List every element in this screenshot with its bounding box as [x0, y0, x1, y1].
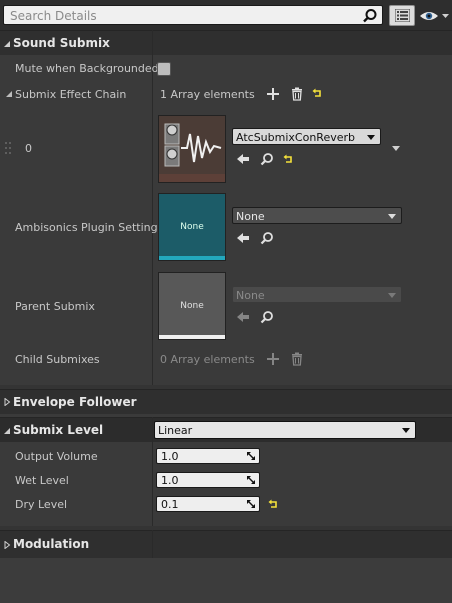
thumbnail-label: None — [180, 301, 204, 311]
details-toolbar: Search Details — [0, 0, 452, 30]
plus-icon[interactable] — [266, 352, 280, 366]
effect-asset-name: AtcSubmixConReverb — [236, 131, 355, 144]
submix-effect-icon — [159, 116, 225, 182]
category-title: Envelope Follower — [13, 395, 137, 409]
view-options-button[interactable] — [389, 5, 415, 26]
dry-level-label: Dry Level — [15, 498, 68, 511]
effect-asset-thumbnail[interactable] — [158, 115, 226, 183]
chevron-down-icon — [388, 214, 396, 219]
reset-arrow-icon[interactable] — [268, 499, 279, 510]
parent-submix-thumbnail[interactable]: None — [158, 272, 226, 340]
ambisonics-label: Ambisonics Plugin Settings — [15, 221, 164, 234]
mute-label: Mute when Backgrounded — [15, 62, 159, 75]
output-volume-input[interactable]: 1.0 — [156, 448, 260, 464]
drag-handle-icon[interactable] — [4, 140, 12, 156]
resize-handle-icon — [247, 500, 255, 508]
ambisonics-thumbnail[interactable]: None — [158, 193, 226, 261]
submix-level-mode-select[interactable]: Linear — [154, 421, 416, 439]
expanded-arrow-icon — [4, 428, 10, 434]
reset-arrow-icon[interactable] — [312, 88, 323, 99]
output-volume-label: Output Volume — [15, 450, 98, 463]
category-title: Submix Level — [13, 423, 104, 437]
list-view-icon — [395, 9, 410, 22]
mute-checkbox[interactable] — [157, 62, 171, 76]
child-submixes-count: 0 Array elements — [160, 353, 255, 366]
effect-asset-picker[interactable]: AtcSubmixConReverb — [232, 128, 381, 145]
parent-submix-label: Parent Submix — [15, 300, 95, 313]
column-divider — [152, 30, 153, 385]
resize-handle-icon — [247, 452, 255, 460]
chevron-down-icon — [367, 135, 375, 140]
trash-icon[interactable] — [290, 352, 304, 366]
search-input[interactable]: Search Details — [3, 5, 383, 25]
chevron-down-icon — [402, 428, 410, 433]
category-modulation[interactable]: Modulation — [0, 530, 452, 558]
effect-chain-count: 1 Array elements — [160, 88, 255, 101]
trash-icon[interactable] — [290, 87, 304, 101]
visibility-button[interactable] — [419, 8, 451, 24]
arrow-left-icon[interactable] — [236, 310, 250, 324]
magnifier-icon[interactable] — [260, 231, 274, 245]
ambisonics-value: None — [236, 210, 265, 223]
search-icon[interactable] — [362, 8, 378, 24]
chevron-down-icon[interactable] — [391, 145, 401, 152]
dry-level-input[interactable]: 0.1 — [156, 496, 260, 512]
category-title: Modulation — [13, 537, 90, 551]
array-index-label: 0 — [25, 142, 32, 155]
wet-level-input[interactable]: 1.0 — [156, 472, 260, 488]
magnifier-icon[interactable] — [260, 152, 274, 166]
plus-icon[interactable] — [266, 87, 280, 101]
submix-level-mode: Linear — [158, 424, 193, 437]
parent-submix-value: None — [236, 289, 265, 302]
category-sound-submix[interactable]: Sound Submix — [0, 30, 452, 55]
empty-panel-area — [0, 558, 452, 603]
magnifier-icon[interactable] — [260, 310, 274, 324]
search-placeholder: Search Details — [10, 9, 97, 23]
asset-type-bar — [159, 256, 225, 260]
expanded-arrow-icon — [4, 41, 10, 47]
output-volume-value: 1.0 — [161, 450, 179, 463]
arrow-left-icon[interactable] — [236, 231, 250, 245]
resize-handle-icon — [247, 476, 255, 484]
arrow-left-icon[interactable] — [236, 152, 250, 166]
effect-chain-label: Submix Effect Chain — [15, 88, 127, 101]
eye-icon — [420, 12, 449, 20]
expanded-arrow-icon[interactable] — [5, 90, 13, 98]
wet-level-label: Wet Level — [15, 474, 69, 487]
reset-arrow-icon[interactable] — [283, 154, 294, 165]
child-submixes-label: Child Submixes — [15, 353, 100, 366]
chevron-down-icon — [388, 293, 396, 298]
collapsed-arrow-icon — [4, 541, 11, 549]
ambisonics-picker[interactable]: None — [232, 207, 402, 224]
column-divider — [152, 417, 153, 530]
category-envelope-follower[interactable]: Envelope Follower — [0, 389, 452, 414]
asset-type-bar — [159, 335, 225, 339]
column-divider — [152, 530, 153, 558]
wet-level-value: 1.0 — [161, 474, 179, 487]
category-title: Sound Submix — [13, 36, 110, 50]
thumbnail-label: None — [180, 222, 204, 232]
parent-submix-picker[interactable]: None — [232, 286, 402, 303]
dry-level-value: 0.1 — [161, 498, 179, 511]
collapsed-arrow-icon — [4, 398, 11, 406]
